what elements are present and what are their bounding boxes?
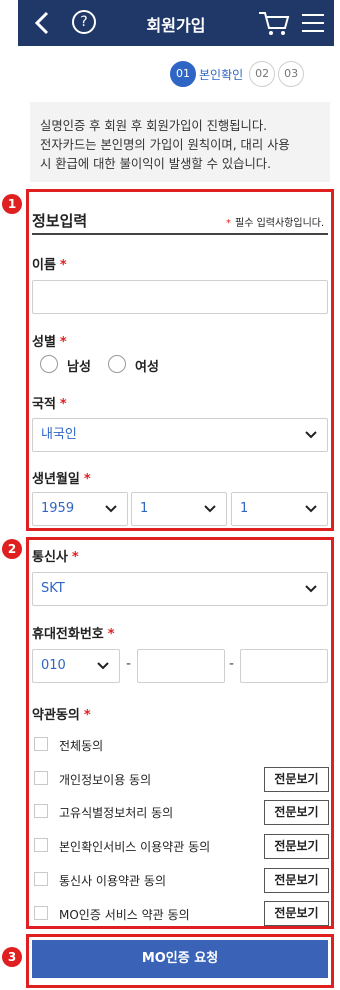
birth-year-select[interactable]: 1959	[32, 492, 128, 526]
step-1-label: 본인확인	[199, 67, 244, 82]
required-star: *	[226, 218, 231, 229]
gender-label-text: 성별	[32, 335, 56, 350]
phone-separator: -	[229, 656, 235, 672]
terms-privacy-label[interactable]: 개인정보이용 동의	[59, 771, 151, 788]
notice-box: 실명인증 후 회원 후 회원가입이 진행됩니다. 전자카드는 본인명의 가입이 …	[30, 102, 330, 182]
terms-unique-id-checkbox[interactable]	[34, 804, 48, 818]
terms-privacy-checkbox[interactable]	[34, 771, 48, 785]
carrier-label-text: 통신사	[32, 550, 68, 565]
gender-label: 성별 *	[32, 331, 67, 350]
name-input[interactable]	[32, 280, 328, 314]
signup-page: ? 회원가입 01 본인확인 02 03 실명인증 후 회원 후 회원가입이 진…	[0, 0, 340, 990]
terms-mo-auth-label[interactable]: MO인증 서비스 약관 동의	[59, 906, 190, 923]
terms-unique-id-label[interactable]: 고유식별정보처리 동의	[59, 804, 173, 821]
view-full-identity-service-button[interactable]: 전문보기	[264, 834, 329, 859]
nationality-label-text: 국적	[32, 397, 56, 412]
required-star: *	[71, 550, 79, 565]
step-3: 03	[278, 61, 305, 87]
birth-label: 생년월일 *	[32, 468, 91, 487]
birth-day-select[interactable]: 1	[231, 492, 328, 526]
phone-separator: -	[126, 656, 132, 672]
view-full-mo-auth-button[interactable]: 전문보기	[264, 901, 329, 926]
carrier-value: SKT	[41, 581, 65, 596]
divider	[32, 233, 328, 235]
required-note: * 필수 입력사항입니다.	[226, 214, 324, 229]
gender-male-radio[interactable]	[40, 355, 58, 373]
view-full-carrier-button[interactable]: 전문보기	[264, 868, 329, 893]
required-star: *	[83, 472, 91, 487]
notice-line: 전자카드는 본인명의 가입이 원칙이며, 대리 사용	[40, 138, 290, 152]
required-star: *	[107, 627, 115, 642]
required-note-text: 필수 입력사항입니다.	[235, 218, 325, 229]
terms-all-checkbox[interactable]	[34, 737, 48, 751]
required-star: *	[59, 335, 67, 350]
nationality-select[interactable]: 내국인	[32, 418, 328, 452]
name-label: 이름 *	[32, 254, 67, 273]
terms-identity-service-label[interactable]: 본인확인서비스 이용약관 동의	[59, 838, 210, 855]
terms-all-label[interactable]: 전체동의	[59, 737, 103, 754]
birth-day-value: 1	[240, 501, 249, 516]
terms-identity-service-checkbox[interactable]	[34, 838, 48, 852]
name-label-text: 이름	[32, 258, 56, 273]
required-star: *	[59, 258, 67, 273]
birth-month-select[interactable]: 1	[131, 492, 227, 526]
gender-male-label[interactable]: 남성	[67, 356, 91, 375]
nationality-value: 내국인	[41, 427, 77, 442]
phone-label-text: 휴대전화번호	[32, 627, 104, 642]
terms-label: 약관동의 *	[32, 704, 91, 723]
chevron-down-icon	[305, 585, 317, 593]
phone-prefix-select[interactable]: 010	[32, 649, 120, 683]
phone-last-input[interactable]	[240, 649, 328, 683]
gender-female-label[interactable]: 여성	[135, 356, 159, 375]
step-1: 01	[170, 61, 196, 87]
birth-year-value: 1959	[41, 501, 75, 516]
phone-label: 휴대전화번호 *	[32, 623, 115, 642]
badge-1: 1	[2, 194, 22, 214]
terms-carrier-checkbox[interactable]	[34, 872, 48, 886]
terms-label-text: 약관동의	[32, 708, 80, 723]
birth-label-text: 생년월일	[32, 472, 80, 487]
menu-icon[interactable]	[302, 13, 324, 33]
view-full-unique-id-button[interactable]: 전문보기	[264, 800, 329, 825]
chevron-down-icon	[105, 505, 117, 513]
gender-female-radio[interactable]	[108, 355, 126, 373]
chevron-down-icon	[305, 431, 317, 439]
notice-line: 실명인증 후 회원 후 회원가입이 진행됩니다.	[40, 119, 268, 133]
birth-month-value: 1	[140, 501, 149, 516]
phone-middle-input[interactable]	[137, 649, 225, 683]
app-header: ? 회원가입	[18, 0, 334, 46]
chevron-down-icon	[305, 505, 317, 513]
phone-prefix-value: 010	[41, 658, 66, 673]
view-full-privacy-button[interactable]: 전문보기	[264, 767, 329, 792]
badge-3: 3	[2, 947, 22, 967]
chevron-down-icon	[204, 505, 216, 513]
section-title: 정보입력	[32, 212, 88, 230]
step-indicator: 01 본인확인 02 03	[170, 60, 307, 88]
carrier-select[interactable]: SKT	[32, 572, 328, 606]
badge-2: 2	[2, 539, 22, 559]
required-star: *	[83, 708, 91, 723]
notice-line: 시 환급에 대한 불이익이 발생할 수 있습니다.	[40, 157, 271, 171]
required-star: *	[59, 397, 67, 412]
terms-mo-auth-checkbox[interactable]	[34, 906, 48, 920]
mo-auth-request-button[interactable]: MO인증 요청	[32, 940, 328, 978]
chevron-down-icon	[97, 662, 109, 670]
nationality-label: 국적 *	[32, 393, 67, 412]
step-2: 02	[249, 61, 276, 87]
cart-icon[interactable]	[258, 10, 292, 36]
carrier-label: 통신사 *	[32, 546, 79, 565]
terms-carrier-label[interactable]: 통신사 이용약관 동의	[59, 872, 166, 889]
